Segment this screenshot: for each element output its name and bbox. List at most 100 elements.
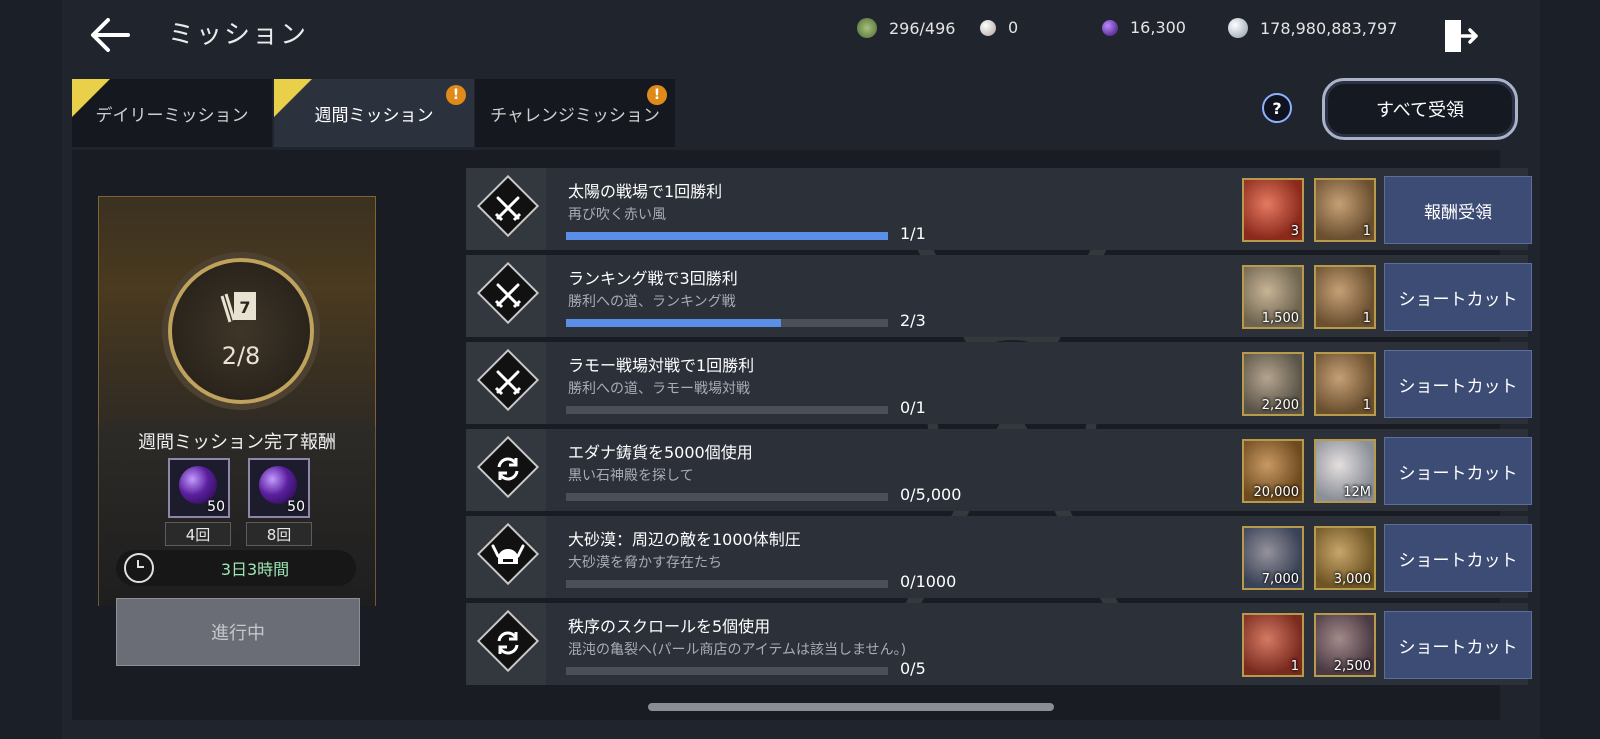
tab-label: チャレンジミッション [490, 105, 660, 126]
medal-icon[interactable]: 1 [1314, 178, 1376, 242]
alert-badge-icon: ! [647, 85, 667, 105]
reward-qty: 50 [287, 499, 305, 515]
item-qty: 3,000 [1333, 572, 1371, 587]
mission-row: 大砂漠：周辺の敵を1000体制圧 大砂漠を脅かす存在たち 0/1000 ショート… [466, 516, 1532, 598]
medal-icon[interactable]: 1 [1314, 352, 1376, 416]
page-title: ミッション [168, 20, 309, 50]
book-number: 7 [239, 298, 250, 317]
medal-icon[interactable]: 1 [1314, 265, 1376, 329]
ingot-icon[interactable]: 7,000 [1242, 526, 1304, 590]
resource-crystal: 16,300 [1102, 18, 1186, 37]
mission-subtitle: 勝利への道、ラモー戦場対戦 [568, 381, 750, 397]
back-arrow-icon[interactable] [88, 16, 132, 54]
mission-progress-text: 0/1000 [900, 572, 957, 591]
tab-label: 週間ミッション [314, 105, 434, 126]
mission-name: エダナ鋳貨を5000個使用 [568, 443, 753, 462]
mission-progress-text: 1/1 [900, 224, 926, 243]
mission-progress-text: 0/5 [900, 659, 926, 678]
gold-pile-icon[interactable]: 20,000 [1242, 439, 1304, 503]
blue-orb-icon[interactable]: 1 [1242, 613, 1304, 677]
mission-subtitle: 黒い石神殿を探して [568, 468, 694, 484]
claim-all-button[interactable]: すべて受領 [1322, 78, 1518, 140]
mission-name: 太陽の戦場で1回勝利 [568, 182, 723, 201]
item-qty: 3 [1290, 224, 1299, 239]
progress-medallion: 7 2/8 [168, 258, 314, 404]
scroll-icon[interactable]: 1,500 [1242, 265, 1304, 329]
weekly-reward-card: 7 2/8 週間ミッション完了報酬 50 50 4回 8回 3日3時間 進行中 [98, 196, 376, 696]
crossed-swords-icon [494, 283, 522, 309]
progress-fill [566, 232, 888, 240]
weekly-progress: 2/8 [221, 342, 261, 370]
mission-progress-bar [566, 406, 888, 414]
item-qty: 1 [1362, 224, 1371, 239]
horned-helmet-icon [491, 544, 525, 564]
reward-item-1[interactable]: 50 [168, 458, 230, 518]
silver-value: 178,980,883,797 [1260, 18, 1398, 38]
mission-progress-bar [566, 493, 888, 501]
gear-coin-icon[interactable]: 2,500 [1314, 613, 1376, 677]
clock-icon [124, 553, 154, 583]
silver-coin-icon[interactable]: 12M [1314, 439, 1376, 503]
reward-threshold-1: 4回 [165, 522, 231, 546]
mission-subtitle: 再び吹く赤い風 [568, 207, 666, 223]
crossed-swords-icon [494, 370, 522, 396]
gold-coin-icon[interactable]: 3,000 [1314, 526, 1376, 590]
reward-threshold-2: 8回 [246, 522, 312, 546]
tab-daily[interactable]: デイリーミッション [72, 79, 272, 147]
shortcut-button[interactable]: ショートカット [1384, 611, 1532, 679]
horizontal-scrollbar[interactable] [648, 703, 1054, 711]
help-icon[interactable]: ? [1262, 93, 1292, 123]
mission-name: 秩序のスクロールを5個使用 [568, 617, 771, 636]
item-qty: 1 [1362, 311, 1371, 326]
mission-row: 太陽の戦場で1回勝利 再び吹く赤い風 1/1 報酬受領 3 1 [466, 168, 1532, 250]
red-crystal-icon[interactable]: 3 [1242, 178, 1304, 242]
purple-orb-icon [1102, 19, 1118, 36]
crystal-value: 16,300 [1130, 18, 1186, 37]
mission-progress-text: 0/5,000 [900, 485, 962, 504]
item-qty: 20,000 [1253, 485, 1300, 500]
alert-badge-icon: ! [446, 85, 466, 105]
mission-subtitle: 大砂漠を脅かす存在たち [568, 555, 722, 571]
game-window: ミッション 296/496 0 16,300 178,980,883,797 デ… [62, 0, 1540, 739]
mission-progress-text: 0/1 [900, 398, 926, 417]
mission-row: ランキング戦で3回勝利 勝利への道、ランキング戦 2/3 ショートカット 1,5… [466, 255, 1532, 337]
item-qty: 1,500 [1261, 311, 1299, 326]
shortcut-button[interactable]: ショートカット [1384, 437, 1532, 505]
claim-reward-button[interactable]: 報酬受領 [1384, 176, 1532, 244]
green-gem-icon [857, 18, 877, 38]
new-corner-marker [72, 79, 110, 117]
mission-progress-text: 2/3 [900, 311, 926, 330]
tab-challenge[interactable]: チャレンジミッション ! [475, 79, 675, 147]
cycle-icon [497, 457, 519, 481]
in-progress-button: 進行中 [116, 598, 360, 666]
item-qty: 1 [1290, 659, 1299, 674]
mission-progress-bar [566, 319, 888, 327]
mission-row: ラモー戦場対戦で1回勝利 勝利への道、ラモー戦場対戦 0/1 ショートカット 2… [466, 342, 1532, 424]
shortcut-button[interactable]: ショートカット [1384, 263, 1532, 331]
mission-name: 大砂漠：周辺の敵を1000体制圧 [568, 530, 801, 549]
stone-tablet-icon[interactable]: 2,200 [1242, 352, 1304, 416]
tab-weekly[interactable]: 週間ミッション ! [274, 79, 474, 147]
mission-name: ランキング戦で3回勝利 [568, 269, 738, 288]
pearl-value: 0 [1008, 18, 1019, 37]
silver-coin-icon [1228, 18, 1248, 38]
mission-progress-bar [566, 667, 888, 675]
stamina-value: 296/496 [889, 18, 956, 38]
tab-label: デイリーミッション [95, 105, 249, 126]
resource-stamina: 296/496 [857, 18, 955, 38]
mission-progress-bar [566, 580, 888, 588]
shortcut-button[interactable]: ショートカット [1384, 350, 1532, 418]
item-qty: 2,500 [1333, 659, 1371, 674]
exit-door-icon[interactable] [1442, 18, 1478, 54]
shortcut-button[interactable]: ショートカット [1384, 524, 1532, 592]
progress-fill [566, 319, 781, 327]
item-qty: 7,000 [1261, 572, 1299, 587]
mission-row: 秩序のスクロールを5個使用 混沌の亀裂へ(パール商店のアイテムは該当しません。)… [466, 603, 1532, 685]
reward-item-2[interactable]: 50 [248, 458, 310, 518]
reward-qty: 50 [207, 499, 225, 515]
cycle-icon [497, 631, 519, 655]
top-bar: ミッション 296/496 0 16,300 178,980,883,797 [62, 0, 1540, 72]
item-qty: 12M [1343, 485, 1371, 500]
mission-row: エダナ鋳貨を5000個使用 黒い石神殿を探して 0/5,000 ショートカット … [466, 429, 1532, 511]
new-corner-marker [274, 79, 312, 117]
